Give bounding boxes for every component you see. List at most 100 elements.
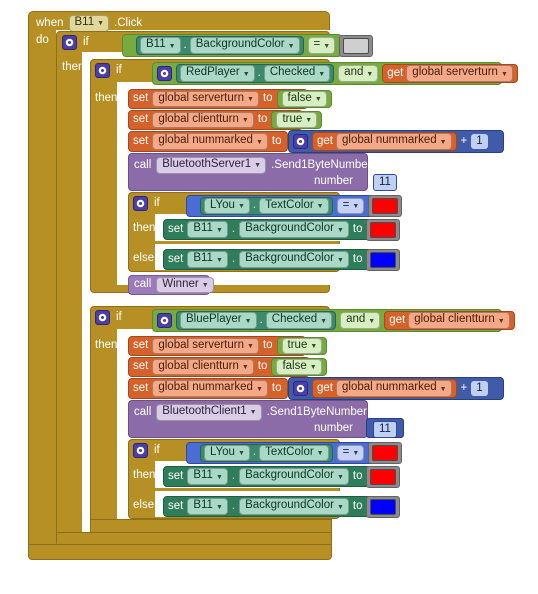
- logic-boolean-false[interactable]: false ▼: [276, 90, 332, 108]
- property-field-backgroundcolor[interactable]: BackgroundColor ▼: [239, 498, 349, 515]
- component-field-lyou[interactable]: LYou ▼: [204, 444, 250, 462]
- math-addition-block-server[interactable]: get global nummarked ▼ + 1: [288, 130, 504, 153]
- setter-global-nummarked-client[interactable]: set global nummarked ▼ to: [128, 378, 288, 399]
- mutator-gear-icon[interactable]: [157, 313, 172, 328]
- operator-field-and[interactable]: and ▼: [338, 65, 379, 82]
- setter-b11-backgroundcolor-then-server[interactable]: set B11 ▼ . BackgroundColor ▼ to: [163, 218, 401, 241]
- call-bluetoothserver1-send1bytenumber[interactable]: call BluetoothServer1 ▼ .Send1ByteNumber…: [128, 153, 371, 191]
- to-label: to: [257, 360, 268, 373]
- mutator-gear-icon[interactable]: [133, 443, 148, 458]
- procedure-name-field[interactable]: Winner ▼: [156, 276, 214, 294]
- call-procedure-winner-server[interactable]: call Winner ▼: [128, 275, 214, 295]
- color-block-red[interactable]: [366, 465, 401, 488]
- compare-block-client-inner[interactable]: LYou ▼ . TextColor ▼ = ▼: [186, 442, 403, 464]
- number-field-arg-server[interactable]: 11: [373, 174, 397, 191]
- variable-getter-global-nummarked[interactable]: get global nummarked ▼: [312, 379, 457, 398]
- component-getter-redplayer-checked[interactable]: RedPlayer ▼ . Checked ▼: [176, 64, 335, 83]
- bluetooth-component-field[interactable]: BluetoothClient1 ▼: [156, 404, 262, 421]
- boolean-field[interactable]: false ▼: [281, 90, 327, 108]
- operator-field-and[interactable]: and ▼: [340, 312, 381, 329]
- variable-field[interactable]: global clientturn ▼: [408, 312, 510, 329]
- logic-and-block-server[interactable]: RedPlayer ▼ . Checked ▼ and ▼ get global…: [152, 62, 518, 85]
- component-field-lyou[interactable]: LYou ▼: [204, 197, 250, 215]
- boolean-field[interactable]: true ▼: [276, 111, 318, 129]
- logic-boolean-true[interactable]: true ▼: [276, 337, 328, 355]
- logic-boolean-true[interactable]: true ▼: [271, 111, 323, 129]
- color-block-blue[interactable]: [366, 495, 401, 518]
- color-block-white[interactable]: [339, 34, 374, 57]
- component-field-b11[interactable]: B11 ▼: [187, 251, 228, 268]
- mutator-gear-icon[interactable]: [293, 134, 308, 149]
- number-field-arg-client[interactable]: 11: [373, 421, 397, 438]
- server-then-label: then: [95, 92, 118, 104]
- property-field-backgroundcolor[interactable]: BackgroundColor ▼: [239, 221, 349, 238]
- variable-field[interactable]: global nummarked ▼: [152, 380, 268, 397]
- color-block-blue[interactable]: [366, 248, 401, 271]
- property-field-checked[interactable]: Checked ▼: [263, 65, 331, 82]
- setter-global-clientturn-server[interactable]: set global clientturn ▼ to true ▼: [128, 110, 323, 130]
- mutator-gear-icon[interactable]: [95, 63, 110, 78]
- component-field-b11[interactable]: B11 ▼: [140, 37, 181, 54]
- event-component-field[interactable]: B11 ▼: [68, 15, 110, 32]
- variable-field[interactable]: global serverturn ▼: [152, 337, 259, 355]
- setter-global-clientturn-client[interactable]: set global clientturn ▼ to false ▼: [128, 357, 327, 377]
- mutator-gear-icon[interactable]: [157, 66, 172, 81]
- bluetooth-component-field[interactable]: BluetoothServer1 ▼: [156, 157, 267, 174]
- property-field-backgroundcolor[interactable]: BackgroundColor ▼: [189, 37, 300, 54]
- logic-boolean-false[interactable]: false ▼: [271, 358, 327, 376]
- variable-field[interactable]: global serverturn ▼: [152, 90, 259, 108]
- component-getter-lyou-textcolor[interactable]: LYou ▼ . TextColor ▼: [200, 197, 333, 215]
- variable-field[interactable]: global nummarked ▼: [152, 133, 268, 150]
- variable-getter-global-clientturn[interactable]: get global clientturn ▼: [384, 311, 515, 330]
- operator-field-equals[interactable]: = ▼: [307, 37, 336, 54]
- number-field-operand[interactable]: 1: [471, 134, 488, 149]
- setter-b11-backgroundcolor-then-client[interactable]: set B11 ▼ . BackgroundColor ▼ to: [163, 465, 401, 488]
- to-label: to: [352, 222, 363, 235]
- property-field-backgroundcolor[interactable]: BackgroundColor ▼: [239, 251, 349, 268]
- operator-field-equals[interactable]: = ▼: [336, 197, 365, 215]
- variable-getter-global-serverturn[interactable]: get global serverturn ▼: [382, 64, 518, 83]
- chevron-down-icon: ▼: [237, 450, 245, 457]
- boolean-field[interactable]: false ▼: [276, 358, 322, 376]
- component-getter-b11-backgroundcolor[interactable]: B11 ▼ . BackgroundColor ▼: [136, 36, 304, 55]
- variable-field[interactable]: global nummarked ▼: [336, 133, 452, 150]
- setter-b11-backgroundcolor-else-server[interactable]: set B11 ▼ . BackgroundColor ▼ to: [163, 248, 401, 271]
- variable-getter-global-nummarked[interactable]: get global nummarked ▼: [312, 132, 457, 151]
- variable-field[interactable]: global serverturn ▼: [406, 65, 513, 82]
- client-inner-else-label: else: [133, 499, 155, 511]
- mutator-gear-icon[interactable]: [62, 35, 77, 50]
- setter-global-serverturn-client[interactable]: set global serverturn ▼ to true ▼: [128, 336, 328, 356]
- property-field-textcolor[interactable]: TextColor ▼: [259, 444, 329, 462]
- color-block-red[interactable]: [366, 218, 401, 241]
- variable-field[interactable]: global clientturn ▼: [152, 111, 254, 129]
- component-getter-blueplayer-checked[interactable]: BluePlayer ▼ . Checked ▼: [176, 311, 337, 330]
- property-field-backgroundcolor[interactable]: BackgroundColor ▼: [239, 468, 349, 485]
- component-field-b11[interactable]: B11 ▼: [187, 221, 228, 238]
- property-field-textcolor[interactable]: TextColor ▼: [259, 197, 329, 215]
- component-field-redplayer[interactable]: RedPlayer ▼: [180, 65, 255, 82]
- component-field-blueplayer[interactable]: BluePlayer ▼: [180, 312, 257, 329]
- compare-block-outer[interactable]: B11 ▼ . BackgroundColor ▼ = ▼: [122, 34, 374, 57]
- operator-field-equals[interactable]: = ▼: [336, 444, 365, 462]
- number-field-operand[interactable]: 1: [471, 381, 488, 396]
- component-field-b11[interactable]: B11 ▼: [187, 468, 228, 485]
- property-field-checked[interactable]: Checked ▼: [265, 312, 333, 329]
- setter-global-serverturn-server[interactable]: set global serverturn ▼ to false ▼: [128, 89, 332, 109]
- component-getter-lyou-textcolor[interactable]: LYou ▼ . TextColor ▼: [200, 444, 333, 462]
- color-block-red[interactable]: [368, 442, 403, 464]
- mutator-gear-icon[interactable]: [95, 310, 110, 325]
- compare-block-server-inner[interactable]: LYou ▼ . TextColor ▼ = ▼: [186, 195, 403, 217]
- variable-field[interactable]: global clientturn ▼: [152, 358, 254, 376]
- dot-separator: .: [259, 313, 263, 326]
- setter-b11-backgroundcolor-else-client[interactable]: set B11 ▼ . BackgroundColor ▼ to: [163, 495, 401, 518]
- boolean-field[interactable]: true ▼: [281, 337, 323, 355]
- logic-and-block-client[interactable]: BluePlayer ▼ . Checked ▼ and ▼ get globa…: [152, 309, 515, 332]
- variable-field[interactable]: global nummarked ▼: [336, 380, 452, 397]
- mutator-gear-icon[interactable]: [133, 196, 148, 211]
- math-addition-block-client[interactable]: get global nummarked ▼ + 1: [288, 377, 504, 400]
- setter-global-nummarked-server[interactable]: set global nummarked ▼ to: [128, 131, 288, 152]
- component-field-b11[interactable]: B11 ▼: [187, 498, 228, 515]
- call-bluetoothclient1-send1bytenumber[interactable]: call BluetoothClient1 ▼ .Send1ByteNumber…: [128, 400, 368, 438]
- mutator-gear-icon[interactable]: [293, 381, 308, 396]
- color-block-red[interactable]: [368, 195, 403, 217]
